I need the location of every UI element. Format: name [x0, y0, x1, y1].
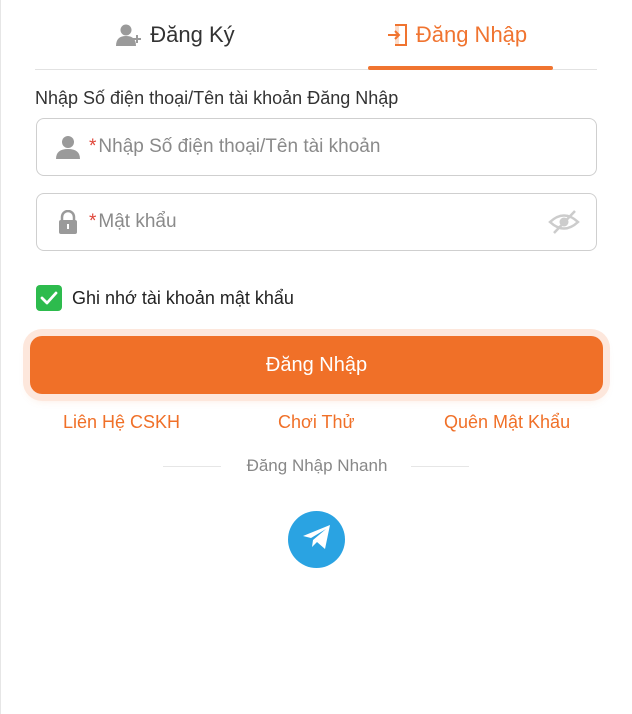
remember-label: Ghi nhớ tài khoản mật khẩu [72, 287, 294, 308]
username-field[interactable]: * [36, 118, 597, 176]
quick-login-label: Đăng Nhập Nhanh [246, 456, 388, 475]
divider-right [411, 466, 469, 467]
remember-checkbox[interactable] [36, 285, 62, 311]
telegram-icon [302, 524, 332, 555]
login-button[interactable]: Đăng Nhập [30, 336, 603, 394]
username-input[interactable] [98, 136, 596, 158]
trial-link[interactable]: Chơi Thử [278, 412, 355, 433]
required-mark: * [89, 136, 97, 157]
tab-register-label: Đăng Ký [150, 21, 235, 47]
password-input[interactable] [98, 211, 596, 233]
login-panel: Đăng Ký Đăng Nhập Nhập Số điện thoại/Tên… [0, 0, 632, 714]
required-mark: * [89, 211, 97, 232]
tab-login[interactable]: Đăng Nhập [316, 0, 597, 70]
form-title: Nhập Số điện thoại/Tên tài khoản Đăng Nh… [35, 88, 399, 108]
password-field[interactable]: * [36, 193, 597, 251]
lock-icon [53, 210, 83, 234]
remember-me[interactable]: Ghi nhớ tài khoản mật khẩu [36, 285, 294, 311]
support-link[interactable]: Liên Hệ CSKH [63, 412, 180, 433]
user-icon [53, 135, 83, 159]
auth-tabs: Đăng Ký Đăng Nhập [35, 0, 597, 70]
tab-register[interactable]: Đăng Ký [35, 0, 316, 69]
telegram-login-button[interactable] [288, 511, 345, 568]
tab-login-label: Đăng Nhập [415, 21, 528, 47]
login-door-icon [386, 23, 408, 47]
user-add-icon [116, 23, 142, 47]
forgot-password-link[interactable]: Quên Mật Khẩu [444, 412, 570, 433]
eye-hidden-icon[interactable] [548, 209, 580, 235]
